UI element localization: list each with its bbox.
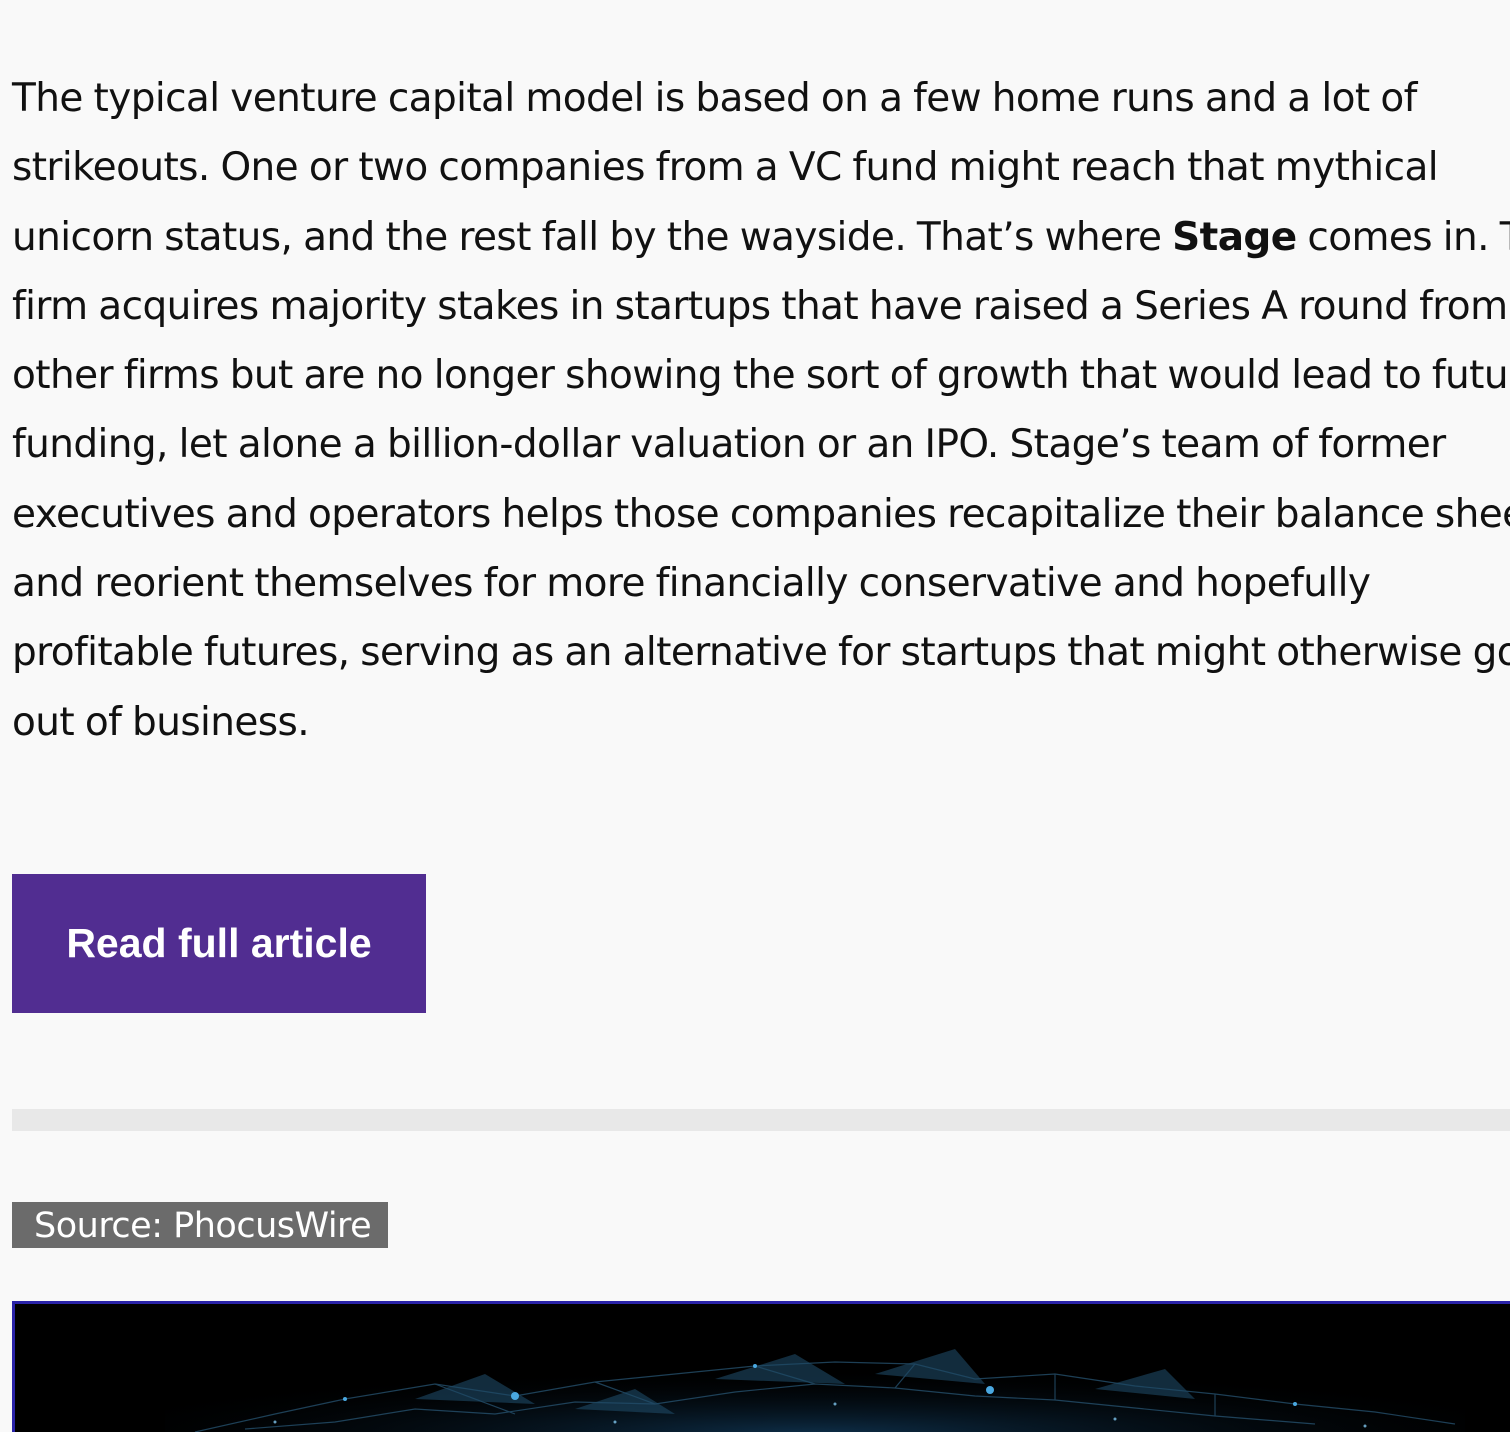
- article-line: firm acquires majority stakes in startup…: [12, 283, 1508, 329]
- article-line: The typical venture capital model is bas…: [12, 76, 1417, 121]
- article-line: profitable futures, serving as an altern…: [12, 630, 1510, 676]
- article-line: other firms but are no longer showing th…: [12, 353, 1510, 399]
- company-name-stage: Stage: [1172, 214, 1297, 260]
- article-line: funding, let alone a billion-dollar valu…: [12, 422, 1446, 468]
- section-divider: [12, 1109, 1510, 1131]
- article-line: unicorn status, and the rest fall by the…: [12, 203, 1510, 272]
- article-line: and reorient themselves for more financi…: [12, 561, 1371, 607]
- article-line: out of business.: [12, 699, 310, 745]
- source-label: Source: PhocusWire: [12, 1202, 389, 1248]
- article-paragraph: The typical venture capital model is bas…: [12, 64, 1510, 757]
- article-text: comes in. The: [1307, 214, 1510, 260]
- article-image[interactable]: [12, 1301, 1510, 1432]
- article-line: strikeouts. One or two companies from a …: [12, 145, 1439, 191]
- network-graphic-icon: [15, 1304, 1510, 1432]
- article-text: unicorn status, and the rest fall by the…: [12, 214, 1173, 260]
- article-line: executives and operators helps those com…: [12, 491, 1510, 537]
- read-full-article-button[interactable]: Read full article: [12, 874, 426, 1013]
